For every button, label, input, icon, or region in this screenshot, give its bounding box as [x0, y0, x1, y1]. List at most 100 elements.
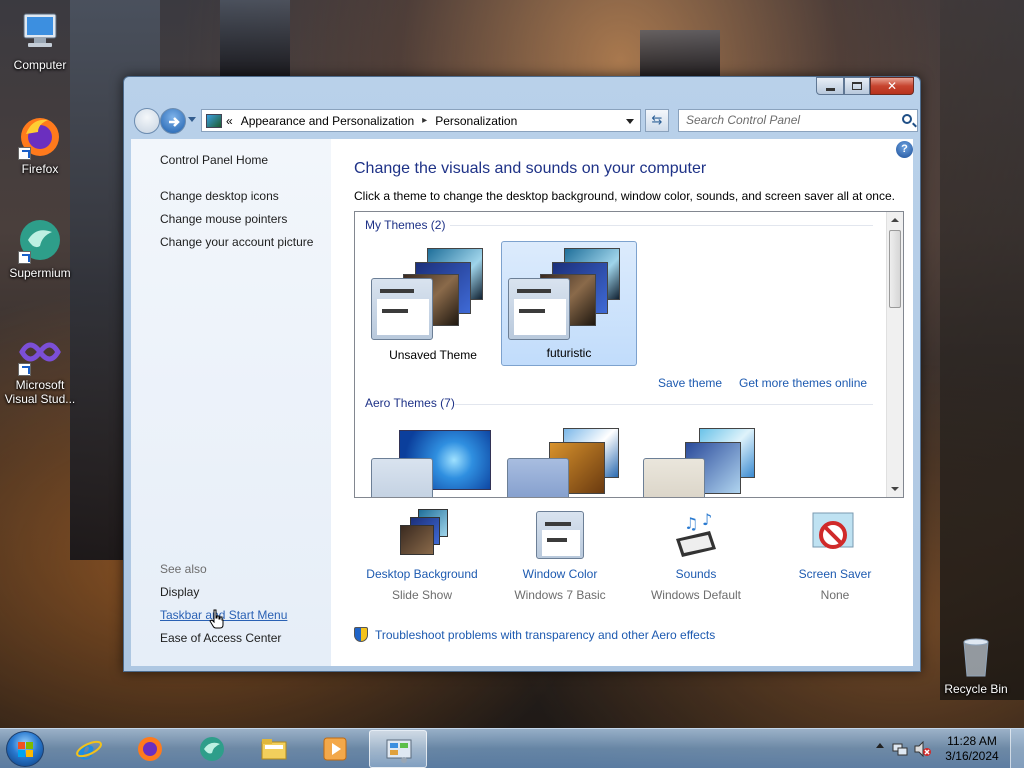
troubleshoot-link[interactable]: Troubleshoot problems with transparency … [354, 627, 715, 642]
change-desktop-icons-link[interactable]: Change desktop icons [160, 189, 279, 203]
window-color-button[interactable]: Window Color Windows 7 Basic [500, 509, 620, 602]
desktop-icon-firefox[interactable]: Firefox [0, 112, 80, 176]
desktop-icon-label: Supermium [9, 266, 71, 280]
show-desktop-button[interactable] [1010, 729, 1024, 768]
search-icon[interactable] [902, 114, 912, 124]
show-hidden-icons-chevron[interactable] [876, 743, 884, 748]
screen-saver-value: None [820, 588, 850, 602]
troubleshoot-text[interactable]: Troubleshoot problems with transparency … [375, 628, 715, 642]
save-theme-link[interactable]: Save theme [658, 376, 722, 390]
see-also-heading: See also [160, 562, 207, 576]
theme-tile-architecture[interactable] [501, 422, 637, 497]
clock-date: 3/16/2024 [945, 749, 999, 763]
clock[interactable]: 11:28 AM 3/16/2024 [942, 734, 1002, 764]
scroll-down-icon[interactable] [891, 487, 899, 491]
supermium-icon [16, 216, 64, 264]
control-panel-home-link[interactable]: Control Panel Home [160, 153, 268, 167]
maximize-button[interactable] [844, 77, 870, 95]
sounds-value: Windows Default [650, 588, 742, 602]
theme-tile-unsaved[interactable]: Unsaved Theme [365, 242, 501, 367]
taskbar-control-panel[interactable] [369, 730, 427, 768]
refresh-button[interactable]: ⇆ [645, 109, 669, 132]
close-icon: ✕ [886, 79, 898, 93]
volume-muted-icon[interactable] [914, 741, 932, 757]
window-color-preview [507, 458, 569, 497]
desktop-background-button[interactable]: Desktop Background Slide Show [362, 509, 482, 602]
system-tray: 11:28 AM 3/16/2024 [864, 729, 1024, 768]
taskbar-supermium[interactable] [183, 730, 241, 768]
control-panel-icon [386, 739, 412, 763]
address-bar[interactable]: « Appearance and Personalization ▸ Perso… [201, 109, 641, 132]
personalization-window: ✕ « Appearance and Personalization ▸ Per… [123, 76, 921, 672]
ease-of-access-link[interactable]: Ease of Access Center [160, 631, 281, 645]
wallpaper-building [220, 0, 290, 80]
screen-saver-icon [809, 509, 861, 561]
theme-tile-characters[interactable] [637, 422, 773, 497]
taskbar: e 11:28 AM 3/16/2024 [0, 728, 1024, 768]
back-button[interactable] [134, 108, 160, 134]
screen-saver-button[interactable]: Screen Saver None [775, 509, 895, 602]
group-divider [455, 404, 873, 405]
help-button[interactable]: ? [896, 141, 913, 158]
recent-pages-dropdown[interactable] [188, 117, 196, 122]
desktop-icon-label: Recycle Bin [944, 682, 1008, 696]
display-link[interactable]: Display [160, 585, 199, 599]
taskbar-firefox[interactable] [121, 730, 179, 768]
help-icon: ? [901, 143, 908, 155]
svg-text:♪: ♪ [702, 510, 712, 529]
theme-tile-windows-7[interactable] [365, 422, 501, 497]
shortcut-arrow-icon [18, 147, 31, 160]
theme-list-scrollbar[interactable] [886, 212, 903, 497]
desktop-icon-label: Microsoft Visual Stud... [4, 378, 76, 406]
change-account-picture-link[interactable]: Change your account picture [160, 235, 313, 249]
screen-saver-title[interactable]: Screen Saver [775, 567, 895, 581]
scroll-up-icon[interactable] [891, 218, 899, 222]
breadcrumb-appearance[interactable]: Appearance and Personalization [241, 114, 414, 128]
aero-themes-heading: Aero Themes (7) [365, 396, 455, 410]
desktop-background-icon [396, 509, 448, 561]
network-icon[interactable] [892, 741, 908, 757]
firefox-icon [16, 112, 64, 160]
forward-button[interactable] [160, 108, 186, 134]
sounds-button[interactable]: ♫ ♪ Sounds Windows Default [636, 509, 756, 602]
navigation-bar: « Appearance and Personalization ▸ Perso… [131, 105, 918, 135]
change-mouse-pointers-link[interactable]: Change mouse pointers [160, 212, 287, 226]
recycle-bin-icon [952, 632, 1000, 680]
window-color-preview [371, 458, 433, 497]
desktop-icon-visual-studio[interactable]: Microsoft Visual Stud... [0, 328, 80, 406]
theme-tile-futuristic[interactable]: futuristic [501, 241, 637, 366]
close-button[interactable]: ✕ [870, 77, 914, 95]
sounds-title[interactable]: Sounds [636, 567, 756, 581]
theme-name: futuristic [546, 346, 592, 360]
group-divider [450, 225, 873, 226]
scroll-thumb[interactable] [889, 230, 901, 308]
refresh-icon: ⇆ [651, 113, 663, 128]
desktop-icon-supermium[interactable]: Supermium [0, 216, 80, 280]
window-color-value: Windows 7 Basic [514, 588, 606, 602]
taskbar-internet-explorer[interactable]: e [60, 730, 118, 768]
search-input[interactable]: Search Control Panel [678, 109, 918, 132]
page-subtitle: Click a theme to change the desktop back… [354, 189, 895, 203]
theme-list[interactable]: My Themes (2) Unsaved Theme futuristic S… [354, 211, 904, 498]
desktop-background-title[interactable]: Desktop Background [362, 567, 482, 581]
my-themes-heading: My Themes (2) [365, 218, 446, 232]
address-overflow[interactable]: « [226, 114, 233, 128]
supermium-icon [200, 737, 224, 761]
window-color-title[interactable]: Window Color [500, 567, 620, 581]
breadcrumb-personalization[interactable]: Personalization [435, 114, 517, 128]
start-button[interactable] [6, 731, 44, 767]
window-color-icon [534, 509, 586, 561]
page-title: Change the visuals and sounds on your co… [354, 160, 707, 177]
desktop-icon-computer[interactable]: Computer [0, 8, 80, 72]
minimize-button[interactable] [816, 77, 844, 95]
shortcut-arrow-icon [18, 251, 31, 264]
desktop-background-value: Slide Show [391, 588, 453, 602]
taskbar-file-explorer[interactable] [245, 730, 303, 768]
breadcrumb-separator[interactable]: ▸ [422, 115, 427, 126]
get-more-themes-link[interactable]: Get more themes online [739, 376, 867, 390]
taskbar-media-player[interactable] [306, 730, 364, 768]
address-dropdown-icon[interactable] [626, 119, 634, 124]
wallpaper-building [640, 30, 720, 80]
forward-arrow-icon [169, 117, 180, 127]
desktop-icon-recycle-bin[interactable]: Recycle Bin [936, 632, 1016, 696]
